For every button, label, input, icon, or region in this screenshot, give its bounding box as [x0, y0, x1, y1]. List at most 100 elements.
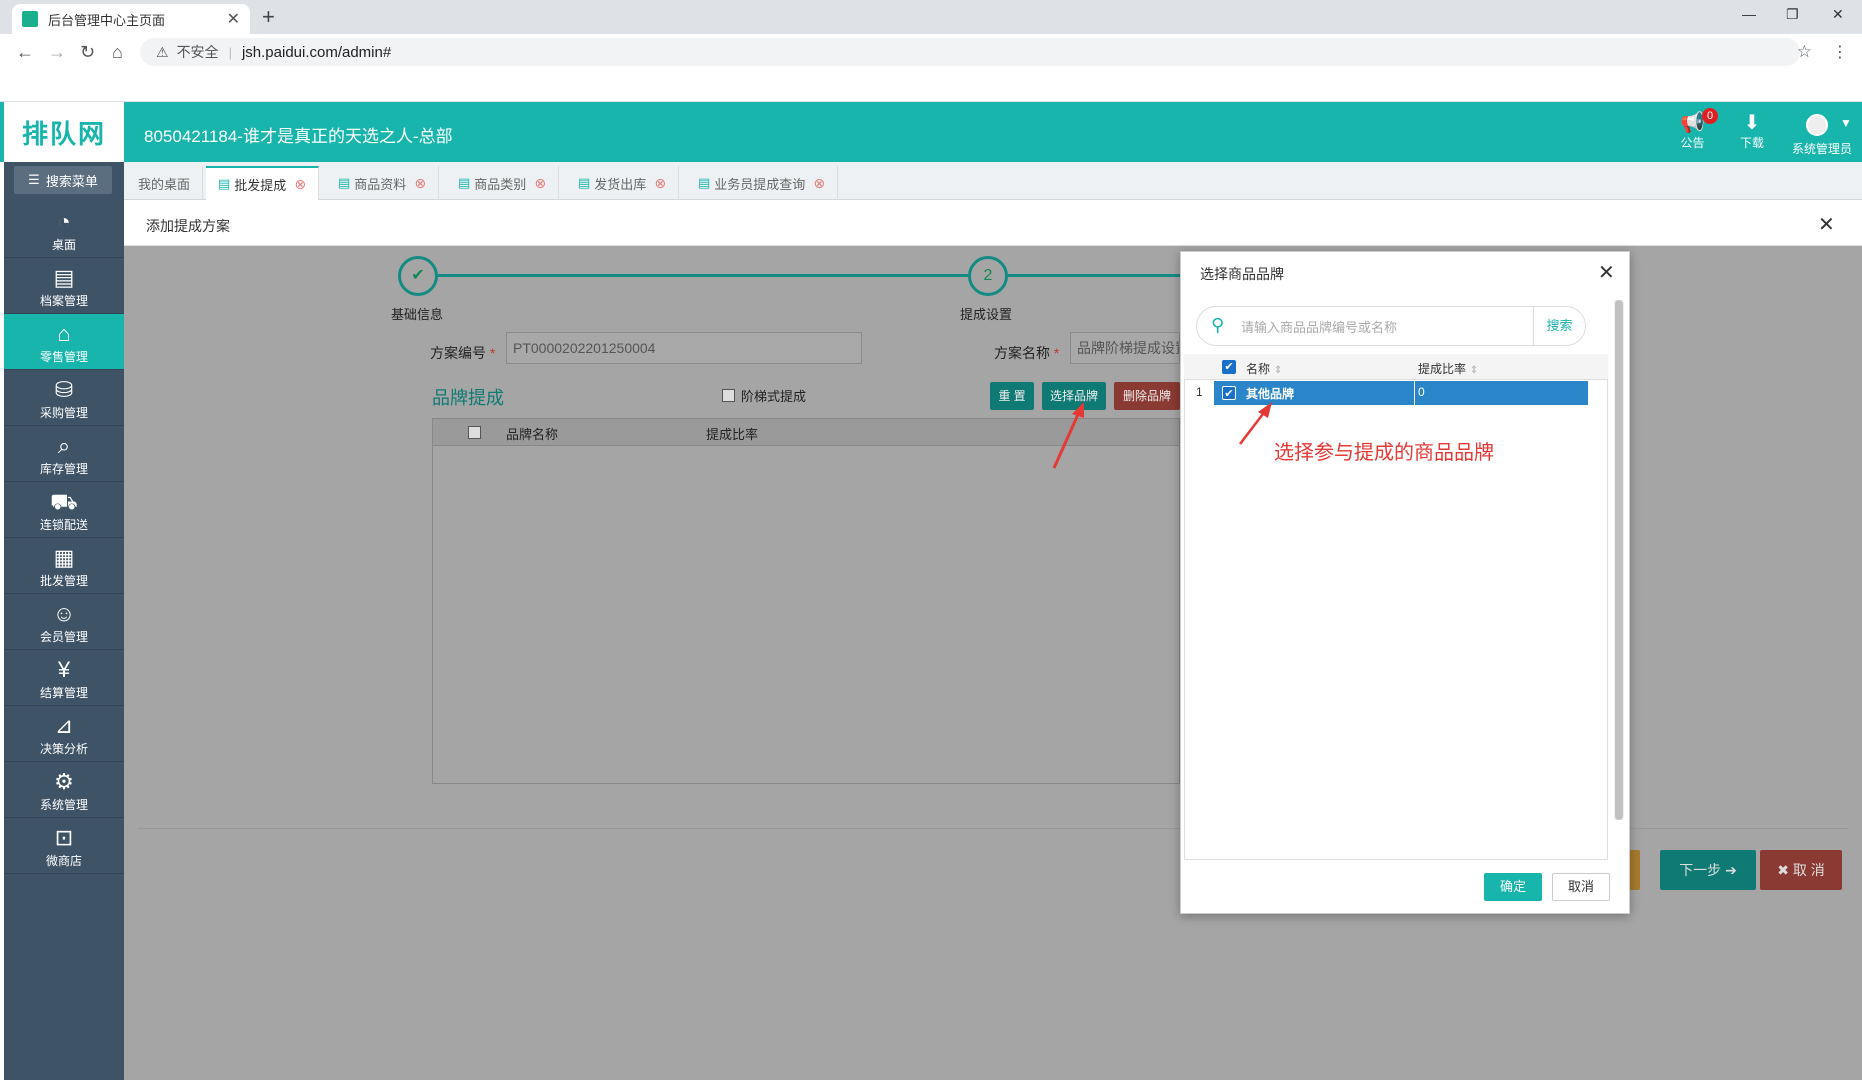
chevron-down-icon[interactable]: ▼ [1840, 116, 1852, 130]
search-input[interactable] [1241, 315, 1521, 339]
sidebar-item-label: 连锁配送 [39, 518, 88, 532]
tab-shipment[interactable]: ▤ 发货出库 ⊗ [566, 166, 680, 200]
row-checkbox[interactable]: ✔ [1222, 386, 1236, 400]
sidebar-item-label: 结算管理 [39, 686, 88, 700]
required-mark: * [489, 345, 496, 361]
section-title: 品牌提成 [432, 388, 504, 408]
col-name[interactable]: 名称 ⇕ [1246, 360, 1282, 377]
select-all-checkbox[interactable]: ✔ [1222, 360, 1236, 374]
tab-close-icon[interactable]: ⊗ [654, 175, 666, 192]
tab-label: 商品资料 [354, 176, 407, 192]
sidebar-item-label: 采购管理 [39, 406, 88, 420]
home-icon[interactable]: ⌂ [112, 42, 123, 63]
scheme-name-label-text: 方案名称 [994, 345, 1050, 361]
notice-button[interactable]: 📢 公告 [1680, 112, 1705, 151]
page-header [124, 200, 1862, 246]
step-1-circle: ✔ [398, 256, 438, 296]
warning-icon: ⚠ [156, 43, 169, 60]
sidebar-item-shop[interactable]: ⊡ 微商店 [4, 818, 124, 874]
reload-icon[interactable]: ↻ [80, 42, 95, 63]
reset-button[interactable]: 重 置 [990, 382, 1034, 410]
col-name-label: 名称 [1246, 362, 1271, 376]
sidebar-item-retail[interactable]: ⌂ 零售管理 [4, 314, 124, 370]
notice-count-badge: 0 [1702, 108, 1718, 124]
sidebar-item-archive[interactable]: ▤ 档案管理 [4, 258, 124, 314]
sidebar-item-settlement[interactable]: ¥ 结算管理 [4, 650, 124, 706]
col-rate-label: 提成比率 [1418, 362, 1467, 376]
tab-close-icon[interactable]: ⊗ [294, 176, 306, 193]
modal-search-box: ⚲ 搜索 [1196, 306, 1586, 346]
sidebar-item-inventory[interactable]: ⌕ 库存管理 [4, 426, 124, 482]
browser-tab[interactable]: 后台管理中心主页面 ✕ [12, 4, 250, 34]
modal-scrollbar[interactable] [1614, 300, 1624, 820]
tab-my-desktop[interactable]: 我的桌面 [126, 166, 204, 200]
tab-product-data[interactable]: ▤ 商品资料 ⊗ [326, 166, 440, 200]
avatar[interactable] [1806, 114, 1828, 136]
store-icon: ⌂ [57, 321, 71, 346]
step-1-label: 基础信息 [391, 307, 444, 322]
search-button[interactable]: 搜索 [1533, 307, 1585, 345]
required-mark: * [1053, 345, 1060, 361]
sidebar-item-purchase[interactable]: ⛁ 采购管理 [4, 370, 124, 426]
sidebar-item-label: 桌面 [51, 238, 76, 252]
modal-close-icon[interactable]: ✕ [1598, 260, 1615, 285]
browser-tab-title: 后台管理中心主页面 [48, 12, 166, 28]
sidebar-item-analysis[interactable]: ⊿ 决策分析 [4, 706, 124, 762]
url-field[interactable]: ⚠ 不安全 | jsh.paidui.com/admin# [140, 38, 1800, 66]
modal-cancel-button[interactable]: 取消 [1552, 873, 1610, 901]
forward-icon[interactable]: → [48, 42, 66, 63]
close-icon[interactable]: ✕ [1818, 212, 1835, 237]
tab-wholesale-commission[interactable]: ▤ 批发提成 ⊗ [206, 166, 320, 200]
app-title: 8050421184-谁才是真正的天选之人-总部 [144, 127, 453, 146]
purchase-icon: ⛁ [54, 377, 74, 402]
row-number: 1 [1196, 385, 1203, 399]
sidebar-item-settings[interactable]: ⚙ 系统管理 [4, 762, 124, 818]
step-2-circle: 2 [968, 256, 1008, 296]
tab-close-icon[interactable]: ⊗ [414, 175, 426, 192]
download-button[interactable]: ⬇ 下载 [1740, 112, 1764, 151]
close-window-icon[interactable]: ✕ [1832, 6, 1844, 23]
tab-product-category[interactable]: ▤ 商品类别 ⊗ [446, 166, 560, 200]
confirm-button[interactable]: 确定 [1484, 873, 1542, 901]
user-label[interactable]: 系统管理员 [1792, 140, 1852, 157]
tab-icon: ▤ [578, 175, 591, 190]
col-brand-name: 品牌名称 [506, 427, 559, 442]
bookmark-star-icon[interactable]: ☆ [1797, 42, 1812, 62]
search-menu-button[interactable]: ☰ 搜索菜单 [14, 166, 112, 194]
sidebar-item-desktop[interactable]: ◔ 桌面 [4, 202, 124, 258]
scheme-no-label: 方案编号 * [430, 343, 495, 363]
back-icon[interactable]: ← [16, 42, 34, 63]
restore-icon[interactable]: ❐ [1786, 6, 1799, 23]
tab-label: 商品类别 [474, 176, 527, 192]
analysis-icon: ⊿ [54, 713, 74, 738]
tab-close-icon[interactable]: ⊗ [534, 175, 546, 192]
minimize-icon[interactable]: — [1742, 6, 1756, 22]
close-tab-icon[interactable]: ✕ [227, 9, 240, 29]
col-rate[interactable]: 提成比率 ⇕ [1418, 360, 1478, 377]
scheme-name-field[interactable]: 品牌阶梯提成设置 [1070, 332, 1180, 364]
tiered-checkbox[interactable]: 阶梯式提成 [722, 386, 806, 405]
select-all-checkbox[interactable] [468, 426, 481, 439]
new-tab-button[interactable]: + [262, 4, 275, 30]
sidebar-item-delivery[interactable]: ⛟ 连锁配送 [4, 482, 124, 538]
scheme-no-field[interactable]: PT0000202201250004 [506, 332, 862, 364]
cell-divider [1414, 381, 1415, 405]
delete-brand-button[interactable]: 删除品牌 [1114, 382, 1180, 410]
logo: 排队网 [4, 102, 124, 162]
scheme-no-label-text: 方案编号 [430, 345, 486, 361]
menu-kebab-icon[interactable]: ⋮ [1832, 42, 1848, 62]
sidebar-item-label: 档案管理 [39, 294, 88, 308]
brand-grid-body [432, 446, 1180, 784]
tab-close-icon[interactable]: ⊗ [813, 175, 825, 192]
sidebar-item-member[interactable]: ☺ 会员管理 [4, 594, 124, 650]
cancel-step-button[interactable]: ✖ 取 消 [1760, 850, 1842, 890]
next-step-button[interactable]: 下一步 ➔ [1660, 850, 1756, 890]
annotation-arrow-icon [1239, 402, 1272, 445]
scrollbar-thumb[interactable] [1615, 300, 1623, 820]
tab-salesman-commission[interactable]: ▤ 业务员提成查询 ⊗ [686, 166, 839, 200]
notice-label: 公告 [1680, 136, 1705, 150]
search-icon: ⚲ [1211, 315, 1225, 335]
tab-icon: ▤ [458, 175, 471, 190]
menu-search-icon: ☰ [28, 172, 40, 187]
sidebar-item-wholesale[interactable]: ▦ 批发管理 [4, 538, 124, 594]
